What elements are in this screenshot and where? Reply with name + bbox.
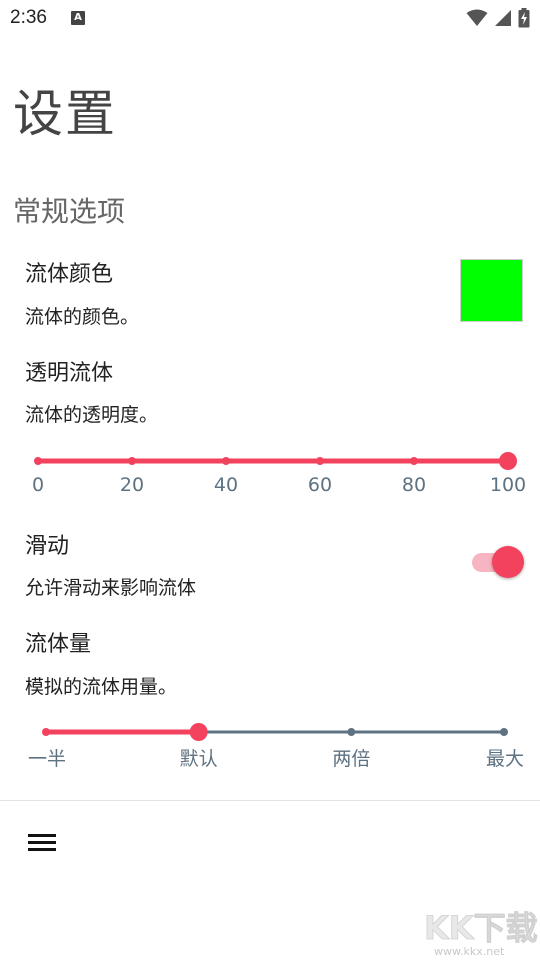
pref-transparent-fluid-summary: 流体的透明度。 <box>25 404 159 426</box>
color-swatch[interactable] <box>460 259 523 322</box>
pref-transparent-fluid-title: 透明流体 <box>25 361 114 386</box>
pref-swipe-summary: 允许滑动来影响流体 <box>25 577 197 599</box>
pref-fluid-amount-title: 流体量 <box>25 632 92 657</box>
hamburger-menu-icon[interactable] <box>22 826 62 860</box>
transparency-tick-label: 100 <box>489 474 527 496</box>
amount-option-label[interactable]: 默认 <box>180 744 218 771</box>
amount-tick-dot <box>42 728 50 736</box>
transparency-tick-dot <box>410 457 418 465</box>
transparency-tick-label: 80 <box>401 474 427 496</box>
transparency-tick-dot <box>128 457 136 465</box>
transparency-tick-label: 20 <box>119 474 145 496</box>
pref-fluid-amount-summary: 模拟的流体用量。 <box>25 676 178 698</box>
swipe-toggle[interactable] <box>470 546 526 578</box>
pref-fluid-color-summary: 流体的颜色。 <box>25 306 140 328</box>
transparency-tick-dot <box>316 457 324 465</box>
battery-charging-icon <box>518 8 530 28</box>
amount-slider-thumb[interactable] <box>189 723 208 741</box>
pref-fluid-color-title: 流体颜色 <box>25 262 114 287</box>
signal-icon <box>495 10 511 26</box>
a-letter-icon: A <box>71 11 85 25</box>
pref-swipe-title: 滑动 <box>25 534 70 559</box>
status-icons <box>466 8 530 28</box>
amount-option-label[interactable]: 一半 <box>28 744 66 771</box>
page-title: 设置 <box>13 85 117 143</box>
amount-tick-dot <box>347 728 356 736</box>
transparency-tick-dot <box>34 457 42 465</box>
transparency-slider-thumb[interactable] <box>499 452 517 470</box>
fluid-amount-slider[interactable] <box>0 712 540 752</box>
amount-option-label[interactable]: 最大 <box>486 744 524 771</box>
section-title: 常规选项 <box>13 195 126 228</box>
watermark-logo: KK下载 www.kkx.net <box>420 905 538 958</box>
transparency-tick-label: 0 <box>31 474 45 496</box>
watermark-text: KK下载 <box>424 909 538 947</box>
status-time: 2:36 <box>10 7 47 28</box>
transparency-tick-label: 60 <box>307 474 333 496</box>
amount-option-label[interactable]: 两倍 <box>332 744 370 771</box>
transparency-tick-label: 40 <box>213 474 239 496</box>
status-bar: 2:36 A <box>0 0 540 38</box>
bottom-divider <box>0 800 540 801</box>
amount-tick-dot <box>500 728 508 736</box>
wifi-icon <box>466 9 488 26</box>
swipe-toggle-thumb[interactable] <box>492 546 524 578</box>
transparency-tick-dot <box>222 457 230 465</box>
watermark-url: www.kkx.net <box>434 945 505 957</box>
transparency-slider[interactable] <box>0 440 540 480</box>
